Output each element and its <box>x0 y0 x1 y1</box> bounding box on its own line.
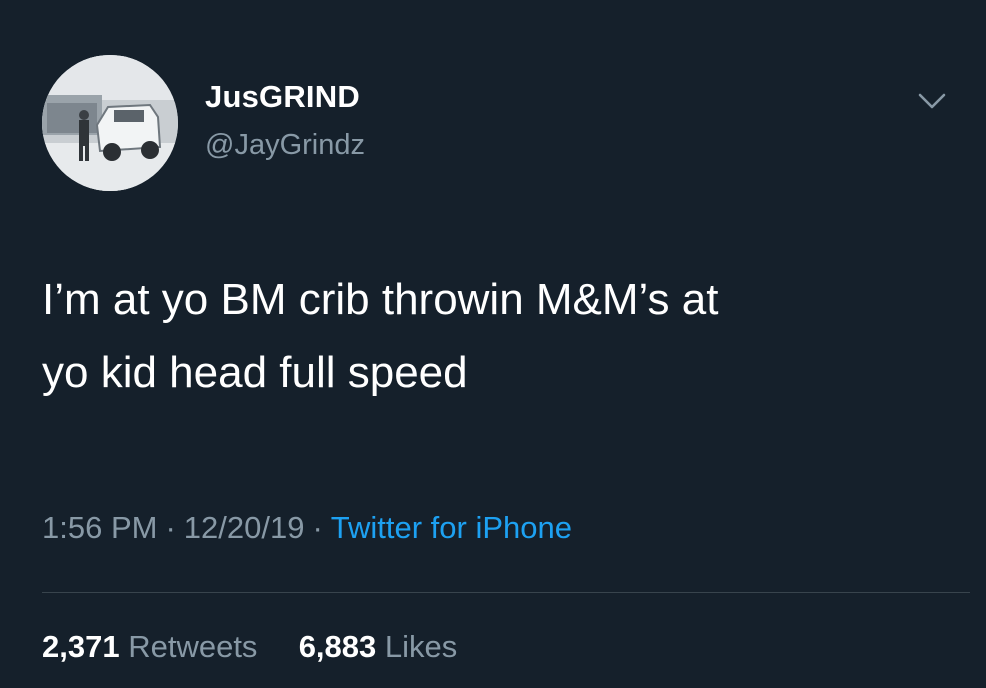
meta-separator: · <box>165 510 176 545</box>
likes-label: Likes <box>384 629 458 664</box>
tweet-meta: 1:56 PM · 12/20/19 · Twitter for iPhone <box>42 510 572 546</box>
avatar[interactable] <box>42 55 178 191</box>
tweet-text-line: yo kid head full speed <box>42 348 468 397</box>
retweets-label: Retweets <box>128 629 258 664</box>
tweet-stats: 2,371 Retweets 6,883 Likes <box>42 629 457 665</box>
tweet-card: JusGRIND @JayGrindz I’m at yo BM crib th… <box>0 0 986 688</box>
divider <box>42 592 970 593</box>
tweet-text: I’m at yo BM crib throwin M&M’s at yo ki… <box>42 263 942 409</box>
chevron-down-icon[interactable] <box>912 86 952 116</box>
display-name[interactable]: JusGRIND <box>205 79 360 115</box>
likes-stat[interactable]: 6,883 Likes <box>290 629 458 664</box>
tweet-time[interactable]: 1:56 PM <box>42 510 157 545</box>
retweets-stat[interactable]: 2,371 Retweets <box>42 629 266 664</box>
meta-separator: · <box>312 510 323 545</box>
retweets-count: 2,371 <box>42 629 120 664</box>
user-handle[interactable]: @JayGrindz <box>205 129 365 162</box>
avatar-image <box>42 55 178 191</box>
likes-count: 6,883 <box>298 629 377 664</box>
tweet-source-link[interactable]: Twitter for iPhone <box>331 510 572 545</box>
tweet-date[interactable]: 12/20/19 <box>184 510 305 545</box>
tweet-text-line: I’m at yo BM crib throwin M&M’s at <box>42 275 719 324</box>
